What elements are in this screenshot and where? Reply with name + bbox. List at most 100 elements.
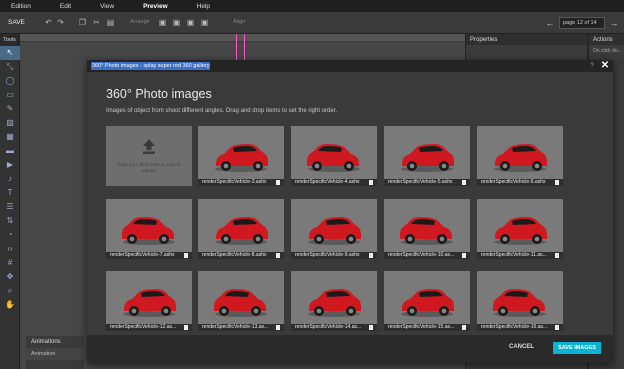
- page-field[interactable]: page 12 of 14: [559, 17, 605, 29]
- text-tool-icon[interactable]: T: [0, 186, 20, 200]
- toolbar: SAVE ↶ ↷ ❐ ✂ ▤ Arrange ▣ ▣ ▣ ▣ Align ← p…: [0, 12, 624, 34]
- trash-icon[interactable]: [369, 180, 373, 185]
- animation-tab[interactable]: Animation: [26, 348, 84, 360]
- image-tool-icon[interactable]: ▨: [0, 116, 20, 130]
- car-image: [307, 144, 360, 172]
- trash-icon[interactable]: [276, 325, 280, 330]
- image-filename: renderSpecificVehicle-14.as...: [295, 324, 362, 330]
- redo-icon[interactable]: ↷: [56, 18, 65, 27]
- upload-hint: Drag your files here or click to upload: [117, 163, 181, 174]
- car-image: [401, 289, 454, 317]
- upload-dropzone[interactable]: Drag your files here or click to upload: [106, 126, 192, 186]
- scroll-tool-icon[interactable]: ⇅: [0, 214, 20, 228]
- menu-edit[interactable]: Edit: [60, 3, 71, 10]
- menu-bar: Edition Edit View Preview Help: [0, 0, 624, 12]
- image-filename: renderSpecificVehicle-12.as...: [110, 324, 177, 330]
- cut-icon[interactable]: ✂: [92, 18, 101, 27]
- trash-icon[interactable]: [555, 253, 559, 258]
- trash-icon[interactable]: [462, 253, 466, 258]
- ellipse-tool-icon[interactable]: ◯: [0, 74, 20, 88]
- save-images-button[interactable]: SAVE IMAGES: [553, 342, 601, 354]
- image-caption: renderSpecificVehicle-12.as...: [106, 324, 192, 331]
- image-thumbnail[interactable]: renderSpecificVehicle-5.ashx: [384, 126, 470, 186]
- car-image: [493, 289, 546, 317]
- image-caption: renderSpecificVehicle-6.ashx: [477, 179, 563, 186]
- gauge-tool-icon[interactable]: ◔: [0, 228, 20, 242]
- zoom-tool-icon[interactable]: ⌕: [0, 284, 20, 298]
- image-filename: renderSpecificVehicle-15.as...: [388, 324, 455, 330]
- move-tool-icon[interactable]: ✥: [0, 270, 20, 284]
- copy-icon[interactable]: ❐: [78, 18, 87, 27]
- hand-tool-icon[interactable]: ✋: [0, 298, 20, 312]
- image-caption: renderSpecificVehicle-9.ashx: [291, 252, 377, 259]
- image-thumbnail[interactable]: renderSpecificVehicle-3.ashx: [198, 126, 284, 186]
- button-tool-icon[interactable]: ▬: [0, 144, 20, 158]
- trash-icon[interactable]: [276, 253, 280, 258]
- photo-360-dialog: 360° Photo images - xplay super red 360 …: [87, 60, 613, 363]
- menu-view[interactable]: View: [100, 3, 114, 10]
- image-thumbnail[interactable]: renderSpecificVehicle-12.as...: [106, 271, 192, 331]
- trash-icon[interactable]: [462, 180, 466, 185]
- select-tool-icon[interactable]: ↖: [0, 46, 20, 60]
- hash-tool-icon[interactable]: #: [0, 256, 20, 270]
- layers-tool-icon[interactable]: ☰: [0, 200, 20, 214]
- image-caption: renderSpecificVehicle-15.as...: [384, 324, 470, 331]
- image-thumbnail[interactable]: renderSpecificVehicle-11.as...: [477, 199, 563, 259]
- menu-edition[interactable]: Edition: [11, 3, 31, 10]
- image-caption: renderSpecificVehicle-5.ashx: [384, 179, 470, 186]
- image-caption: renderSpecificVehicle-14.as...: [291, 324, 377, 331]
- bring-forward-icon[interactable]: ▣: [172, 18, 181, 27]
- send-backward-icon[interactable]: ▣: [186, 18, 195, 27]
- trash-icon[interactable]: [369, 253, 373, 258]
- send-back-icon[interactable]: ▣: [200, 18, 209, 27]
- image-thumbnail[interactable]: renderSpecificVehicle-7.ashx: [106, 199, 192, 259]
- car-image: [215, 144, 268, 172]
- image-thumbnail[interactable]: renderSpecificVehicle-13.as...: [198, 271, 284, 331]
- image-filename: renderSpecificVehicle-3.ashx: [202, 179, 267, 185]
- close-icon[interactable]: ✕: [599, 60, 611, 72]
- audio-tool-icon[interactable]: ♪: [0, 172, 20, 186]
- image-thumbnail[interactable]: renderSpecificVehicle-14.as...: [291, 271, 377, 331]
- tools-panel: Tools ↖ ⤡ ◯ ▭ ✎ ▨ ▦ ▬ ▶ ♪ T ☰ ⇅ ◔ ‹› # ✥…: [0, 34, 20, 369]
- trash-icon[interactable]: [555, 325, 559, 330]
- image-caption: renderSpecificVehicle-11.as...: [477, 252, 563, 259]
- trash-icon[interactable]: [462, 325, 466, 330]
- image-thumbnail[interactable]: renderSpecificVehicle-15.as...: [384, 271, 470, 331]
- trash-icon[interactable]: [184, 253, 188, 258]
- undo-icon[interactable]: ↶: [44, 18, 53, 27]
- trash-icon[interactable]: [184, 325, 188, 330]
- image-thumbnail[interactable]: renderSpecificVehicle-6.ashx: [477, 126, 563, 186]
- gallery-tool-icon[interactable]: ▦: [0, 130, 20, 144]
- paste-icon[interactable]: ▤: [106, 18, 115, 27]
- dialog-titlebar: 360° Photo images - xplay super red 360 …: [87, 60, 613, 72]
- trash-icon[interactable]: [555, 180, 559, 185]
- menu-preview[interactable]: Preview: [143, 3, 168, 10]
- image-thumbnail[interactable]: renderSpecificVehicle-4.ashx: [291, 126, 377, 186]
- previous-page-icon[interactable]: ←: [544, 17, 556, 29]
- image-caption: renderSpecificVehicle-8.ashx: [198, 252, 284, 259]
- image-thumbnail[interactable]: renderSpecificVehicle-9.ashx: [291, 199, 377, 259]
- menu-help[interactable]: Help: [197, 3, 210, 10]
- video-tool-icon[interactable]: ▶: [0, 158, 20, 172]
- image-thumbnail[interactable]: renderSpecificVehicle-10.as...: [384, 199, 470, 259]
- trash-icon[interactable]: [369, 325, 373, 330]
- animations-panel: Animations Animation: [26, 336, 84, 369]
- align-label: Align: [233, 19, 246, 25]
- help-icon[interactable]: ?: [587, 61, 597, 71]
- image-filename: renderSpecificVehicle-13.as...: [202, 324, 269, 330]
- dialog-description: Images of object from shoot different an…: [106, 108, 338, 114]
- cancel-button[interactable]: CANCEL: [509, 344, 534, 350]
- trash-icon[interactable]: [276, 180, 280, 185]
- bring-front-icon[interactable]: ▣: [158, 18, 167, 27]
- next-page-icon[interactable]: →: [608, 17, 620, 29]
- rectangle-tool-icon[interactable]: ▭: [0, 88, 20, 102]
- image-thumbnail[interactable]: renderSpecificVehicle-16.as...: [477, 271, 563, 331]
- pen-tool-icon[interactable]: ✎: [0, 102, 20, 116]
- save-button[interactable]: SAVE: [8, 19, 25, 26]
- code-tool-icon[interactable]: ‹›: [0, 242, 20, 256]
- image-caption: renderSpecificVehicle-13.as...: [198, 324, 284, 331]
- image-caption: renderSpecificVehicle-4.ashx: [291, 179, 377, 186]
- transform-tool-icon[interactable]: ⤡: [0, 60, 20, 74]
- image-thumbnail[interactable]: renderSpecificVehicle-8.ashx: [198, 199, 284, 259]
- car-image: [401, 144, 454, 172]
